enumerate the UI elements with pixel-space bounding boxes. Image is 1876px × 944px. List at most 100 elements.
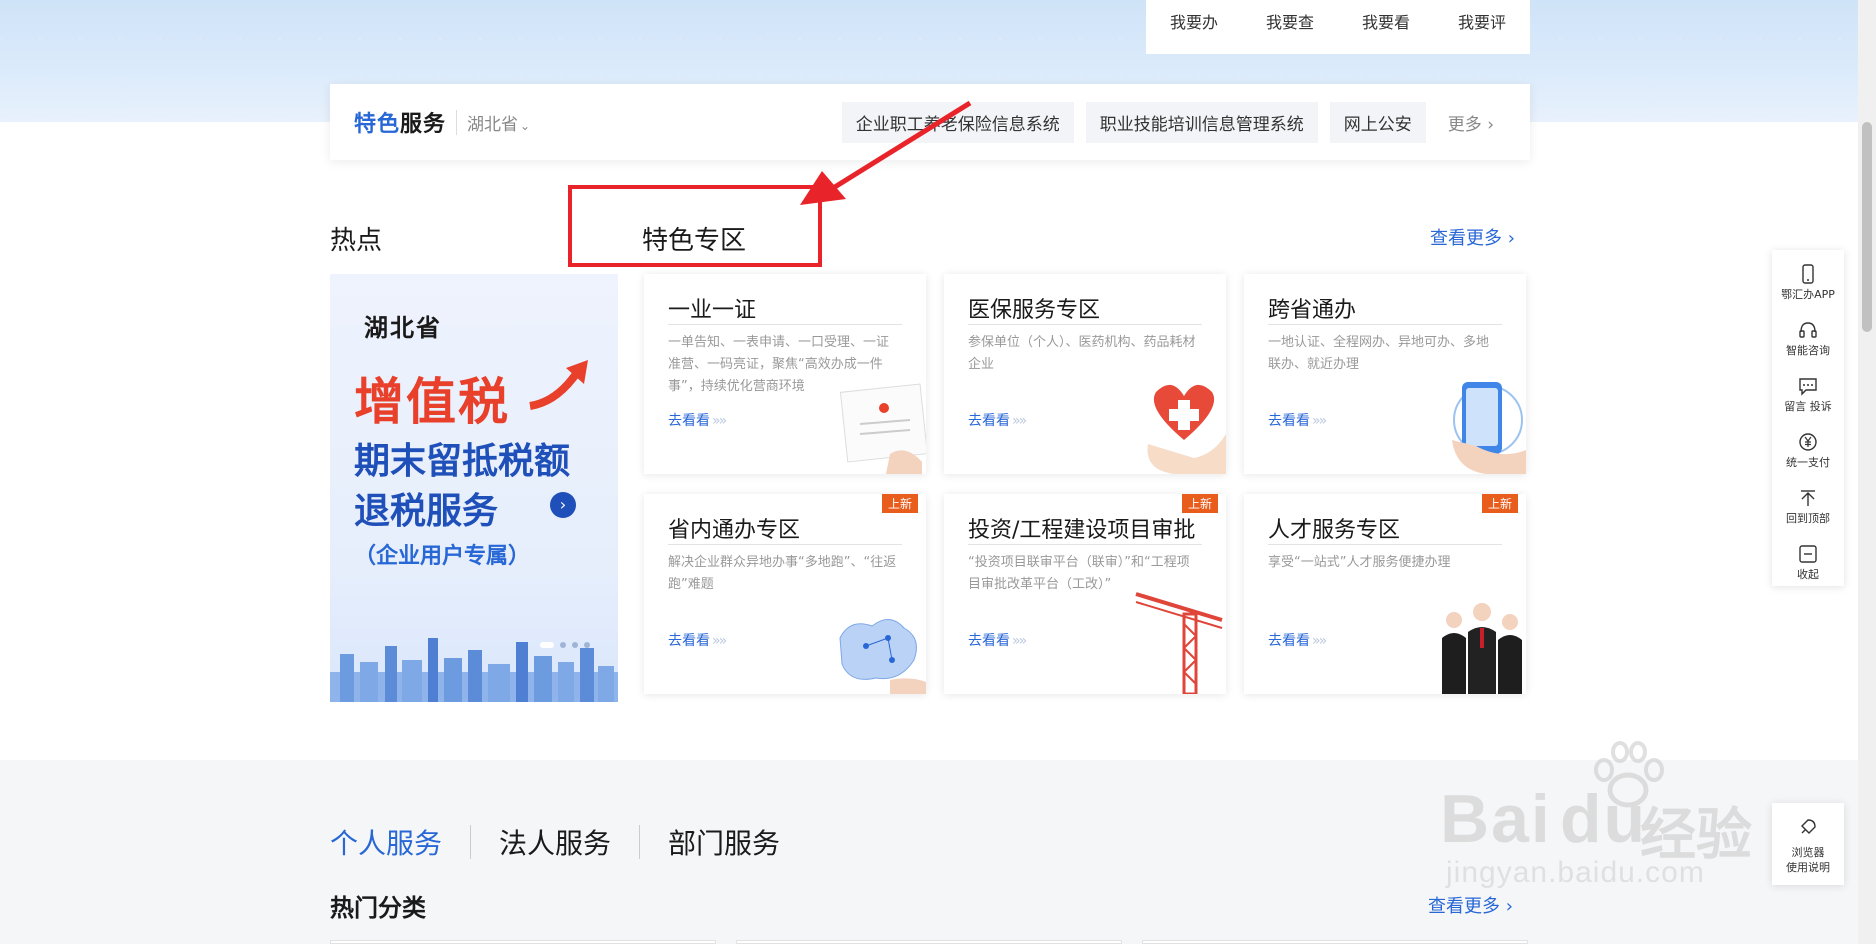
card-go-link[interactable]: 去看看»»: [1268, 630, 1327, 650]
card-divider: [1268, 544, 1502, 545]
rising-arrow-icon: [529, 360, 588, 410]
double-chevron-icon: »»: [1312, 413, 1327, 429]
category-card-edge: [736, 940, 1122, 944]
annotation-arrow-icon: [800, 100, 972, 205]
card-in-province[interactable]: 上新 省内通办专区 解决企业群众异地办事“多地跑”、“往返跑”难题 去看看»»: [644, 494, 926, 694]
sidebar-item-collapse[interactable]: 收起: [1772, 544, 1844, 581]
card-investment-construction[interactable]: 上新 投资/工程建设项目审批 “投资项目联审平台（联审）”和“工程项目审批改革平…: [944, 494, 1226, 694]
watermark-brand: Bai: [1440, 781, 1552, 857]
double-chevron-icon: »»: [1012, 633, 1027, 649]
card-title: 医保服务专区: [968, 298, 1101, 323]
new-badge: 上新: [881, 494, 918, 513]
region-selector[interactable]: 湖北省 ⌄: [456, 109, 531, 135]
city-skyline-icon: [330, 638, 618, 702]
browser-guide-button[interactable]: 浏览器 使用说明: [1772, 803, 1844, 885]
tab-hot[interactable]: 热点: [330, 220, 382, 257]
new-badge: 上新: [1481, 494, 1518, 513]
top-nav: 我要办 我要查 我要看 我要评: [1146, 0, 1530, 54]
double-chevron-icon: »»: [712, 413, 727, 429]
sidebar-item-message[interactable]: 留言 投诉: [1772, 376, 1844, 413]
card-cross-province[interactable]: 跨省通办 一地认证、全程网办、异地可办、多地联办、就近办理 去看看»»: [1244, 274, 1526, 474]
link-online-police[interactable]: 网上公安: [1329, 101, 1426, 143]
promo-banner[interactable]: 湖北省 增值税 期末留抵税额 退税服务 › （企业用户专属）: [330, 274, 618, 702]
sidebar-label: 留言 投诉: [1784, 400, 1832, 413]
nav-query[interactable]: 我要查: [1266, 9, 1314, 33]
promo-line3: （企业用户专属）: [354, 544, 531, 569]
card-one-industry-one-license[interactable]: 一业一证 一单告知、一表申请、一口受理、一证准营、一码亮证，聚焦“高效办成一件事…: [644, 274, 926, 474]
promo-province: 湖北省: [364, 314, 442, 342]
sidebar-item-consult[interactable]: 智能咨询: [1772, 320, 1844, 357]
card-go-label: 去看看: [1268, 413, 1310, 429]
card-go-link[interactable]: 去看看»»: [1268, 410, 1327, 430]
card-title: 一业一证: [668, 298, 757, 323]
sidebar-item-app[interactable]: 鄂汇办APP: [1772, 264, 1844, 301]
phone-in-hand-icon: [1452, 382, 1526, 474]
category-card-edge: [1142, 940, 1528, 944]
card-title: 人才服务专区: [1268, 518, 1401, 543]
feature-more-link[interactable]: 更多 ›: [1448, 110, 1494, 135]
double-chevron-icon: »»: [1012, 413, 1027, 429]
region-label: 湖北省: [467, 114, 519, 135]
watermark-du: du: [1560, 781, 1648, 857]
medical-heart-icon: [1147, 384, 1226, 474]
card-go-label: 去看看: [668, 633, 710, 649]
card-desc: 解决企业群众异地办事“多地跑”、“往返跑”难题: [668, 555, 897, 592]
promo-tax-title: 增值税: [354, 373, 510, 431]
card-divider: [968, 544, 1202, 545]
link-skills-training[interactable]: 职业技能培训信息管理系统: [1085, 101, 1318, 143]
hot-category-title: 热门分类: [330, 894, 426, 922]
nav-handle[interactable]: 我要办: [1170, 9, 1218, 33]
card-go-link[interactable]: 去看看»»: [968, 630, 1027, 650]
scrollbar-thumb[interactable]: [1862, 122, 1872, 332]
view-more-link[interactable]: 查看更多 ›: [1430, 224, 1515, 250]
phone-icon: [1802, 264, 1814, 284]
baidu-watermark: Bai du 经验 jingyan.baidu.com: [1440, 740, 1770, 900]
tab-legal-person-service[interactable]: 法人服务: [499, 822, 611, 862]
collapse-icon: [1799, 545, 1817, 563]
sidebar-label: 统一支付: [1786, 456, 1830, 469]
tab-personal-service[interactable]: 个人服务: [330, 822, 442, 862]
back-to-top-icon: [1801, 490, 1815, 506]
nav-view[interactable]: 我要看: [1362, 9, 1410, 33]
double-chevron-icon: »»: [712, 633, 727, 649]
headset-icon: [1799, 322, 1817, 338]
feature-title-part2: 服务: [400, 112, 447, 137]
promo-go-icon[interactable]: ›: [550, 492, 576, 518]
business-people-icon: [1442, 603, 1522, 694]
sidebar-item-top[interactable]: 回到顶部: [1772, 488, 1844, 525]
card-go-link[interactable]: 去看看»»: [668, 410, 727, 430]
card-go-label: 去看看: [968, 413, 1010, 429]
feature-service-title: 特色服务: [354, 106, 446, 138]
tab-department-service[interactable]: 部门服务: [668, 822, 780, 862]
card-medical-insurance[interactable]: 医保服务专区 参保单位（个人）、医药机构、药品耗材企业 去看看»»: [944, 274, 1226, 474]
chevron-down-icon: ⌄: [520, 118, 531, 133]
license-certificate-icon: [839, 383, 926, 474]
tab-divider: [639, 825, 641, 859]
card-title: 投资/工程建设项目审批: [968, 518, 1196, 543]
card-divider: [1268, 324, 1502, 325]
category-card-edge: [330, 940, 716, 944]
nav-review[interactable]: 我要评: [1458, 9, 1506, 33]
feature-title-part1: 特色: [354, 112, 401, 137]
card-title: 省内通办专区: [668, 518, 801, 543]
card-divider: [668, 324, 902, 325]
card-desc: 享受“一站式”人才服务便捷办理: [1268, 555, 1451, 570]
tab-divider: [470, 825, 472, 859]
card-talent-service[interactable]: 上新 人才服务专区 享受“一站式”人才服务便捷办理 去看看»»: [1244, 494, 1526, 694]
promo-line2: 退税服务: [354, 491, 499, 532]
floating-sidebar: 鄂汇办APP 智能咨询 留言 投诉 统一支付 回到顶部 收起: [1772, 250, 1844, 586]
page-scrollbar[interactable]: [1858, 0, 1876, 944]
new-badge: 上新: [1181, 494, 1218, 513]
promo-line1: 期末留抵税额: [354, 441, 571, 482]
sidebar-label: 智能咨询: [1786, 344, 1830, 357]
card-desc: 参保单位（个人）、医药机构、药品耗材企业: [968, 335, 1196, 372]
sidebar-label: 回到顶部: [1786, 512, 1830, 525]
watermark-url: jingyan.baidu.com: [1446, 856, 1705, 889]
card-go-link[interactable]: 去看看»»: [668, 630, 727, 650]
sidebar-label: 鄂汇办APP: [1781, 288, 1835, 301]
card-go-label: 去看看: [668, 413, 710, 429]
rocket-icon: [1801, 819, 1816, 834]
sidebar-item-payment[interactable]: 统一支付: [1772, 432, 1844, 469]
card-divider: [968, 324, 1202, 325]
card-go-link[interactable]: 去看看»»: [968, 410, 1027, 430]
